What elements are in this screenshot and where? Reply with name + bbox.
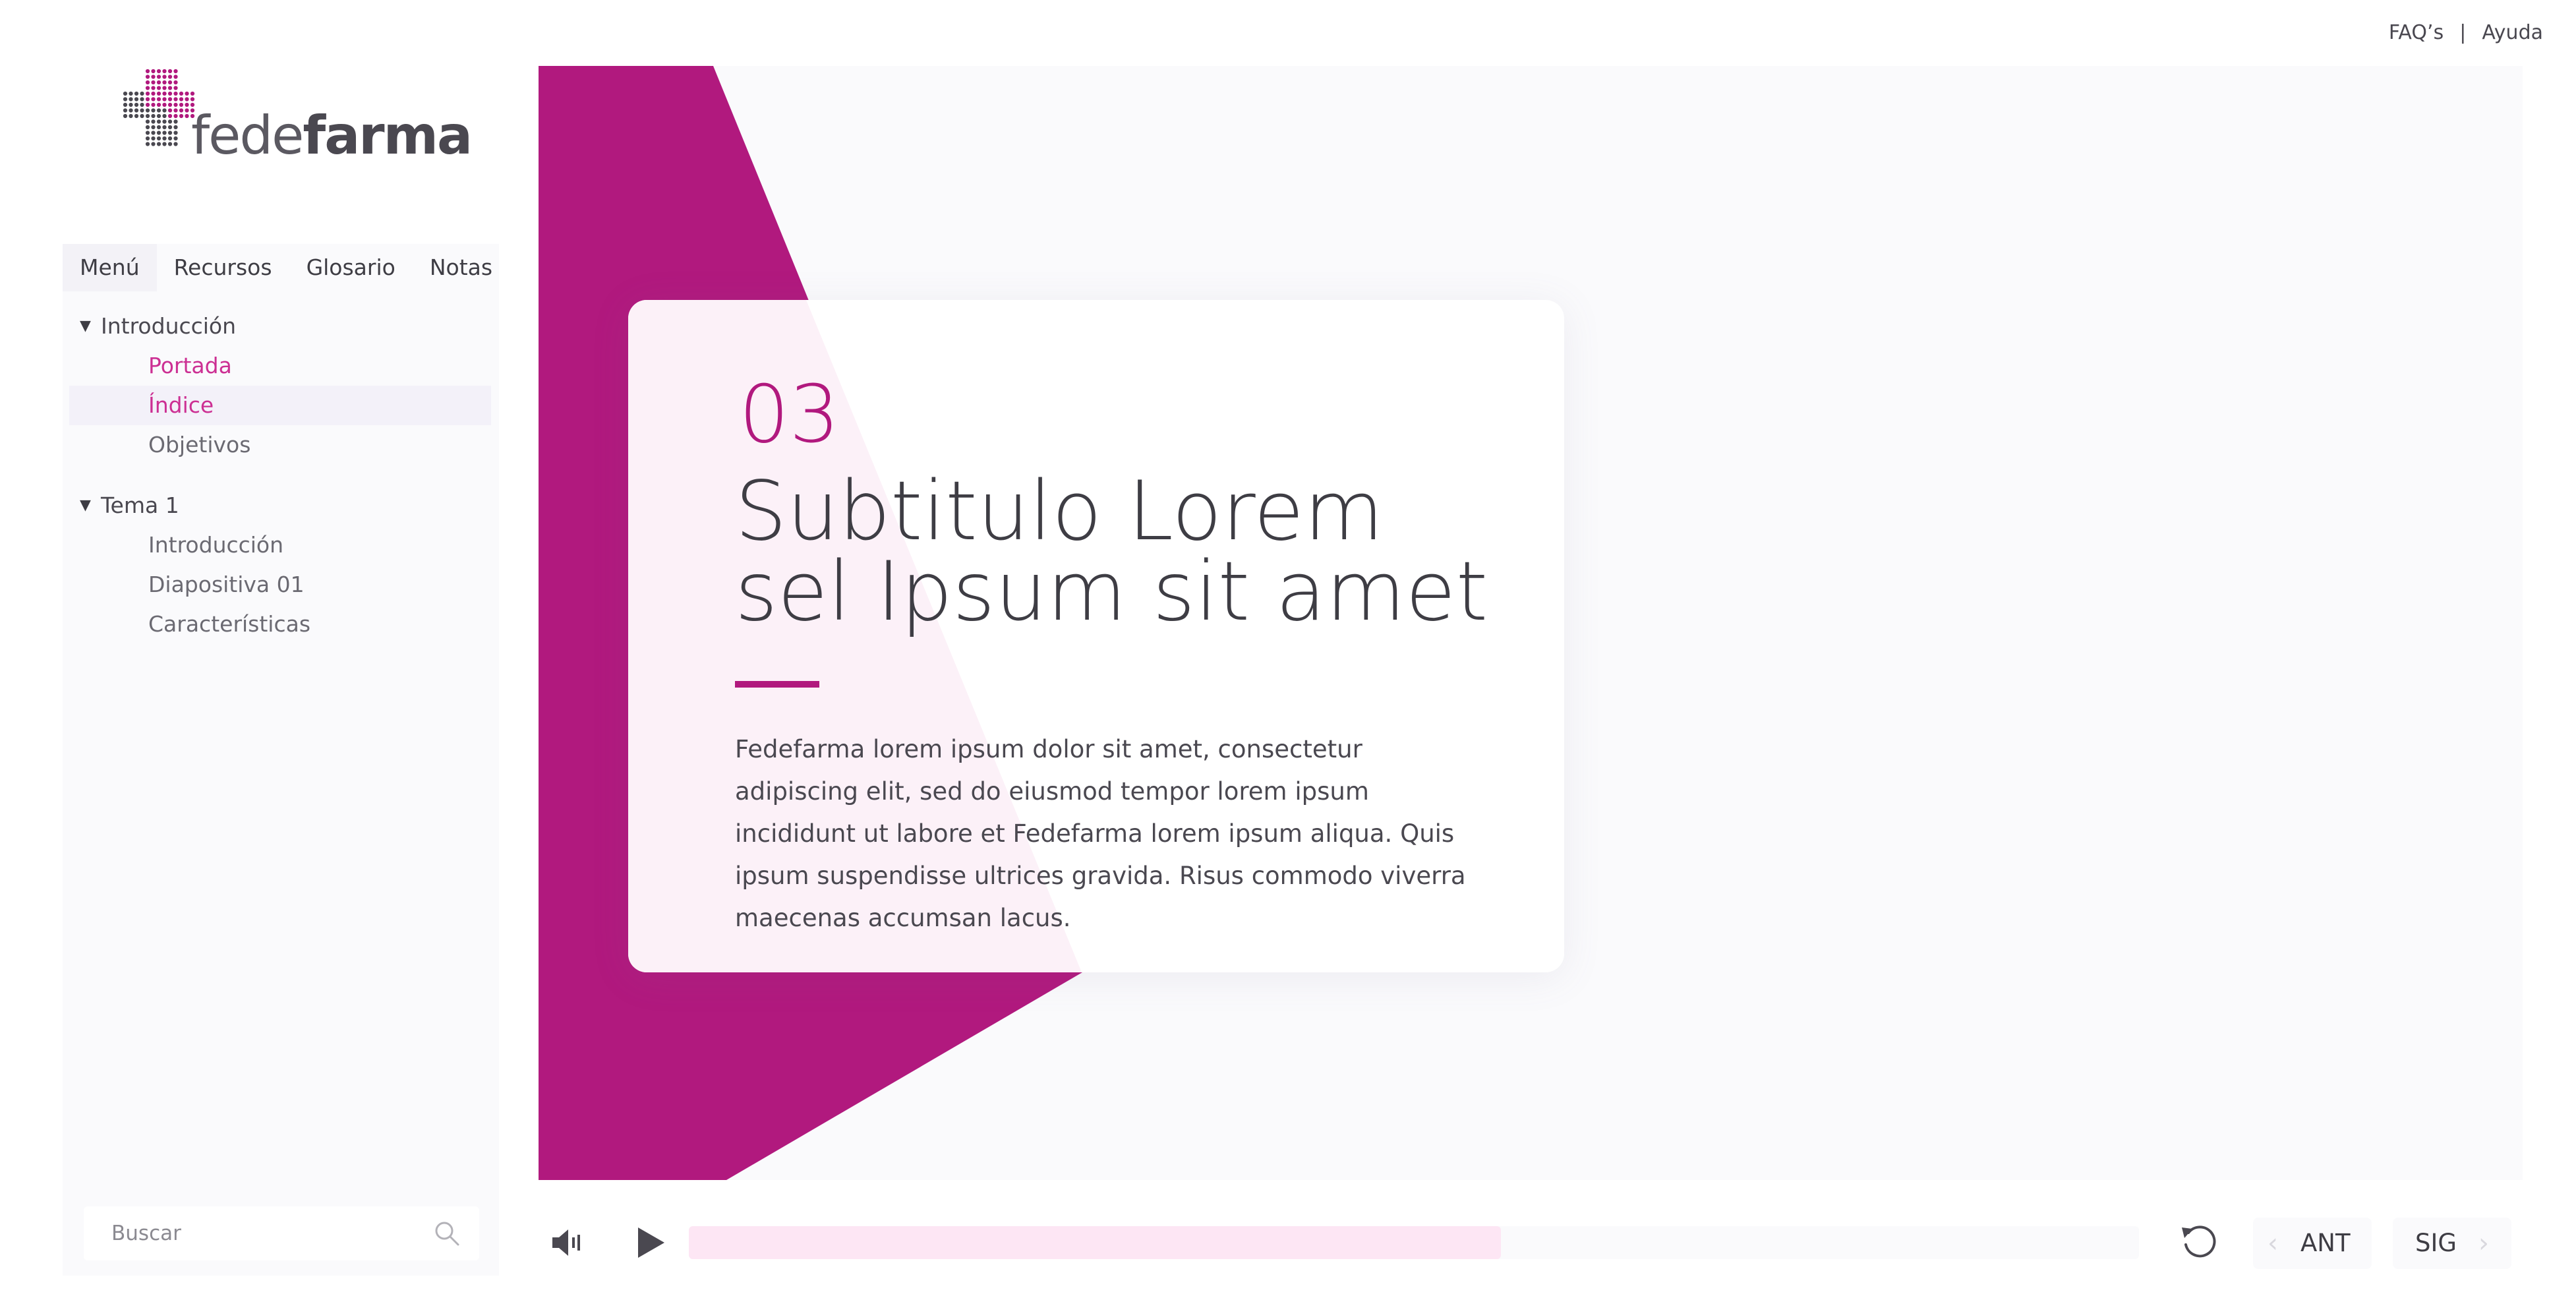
search-icon[interactable] (433, 1220, 461, 1247)
menu-group-label: Introducción (101, 313, 237, 339)
top-links: FAQ’s | Ayuda (2389, 21, 2543, 44)
expand-triangle-icon[interactable]: ▼ (80, 307, 91, 346)
menu-item[interactable]: Índice (69, 386, 491, 425)
prev-button[interactable]: ‹ ANT (2253, 1218, 2372, 1269)
chevron-right-icon: › (2478, 1228, 2489, 1258)
tab-1[interactable]: Recursos (157, 244, 289, 291)
logo-cross-icon (123, 69, 195, 146)
tab-0[interactable]: Menú (63, 244, 157, 291)
menu-item[interactable]: Características (69, 605, 491, 644)
prev-button-label: ANT (2300, 1229, 2351, 1257)
help-link[interactable]: Ayuda (2482, 21, 2543, 44)
search-input[interactable] (84, 1206, 426, 1260)
slide-title: Subtitulo Lorem sel Ipsum sit amet (735, 464, 1488, 639)
volume-icon[interactable] (547, 1223, 587, 1262)
tab-2[interactable]: Glosario (289, 244, 413, 291)
title-underline (735, 681, 819, 688)
progress-bar-fill (689, 1226, 1501, 1259)
search-box (84, 1206, 479, 1260)
next-button[interactable]: SIG › (2393, 1218, 2511, 1269)
expand-triangle-icon[interactable]: ▼ (80, 486, 91, 525)
sidebar-tabs: Menú Recursos Glosario Notas (63, 244, 510, 291)
play-icon[interactable] (628, 1221, 671, 1264)
menu-item[interactable]: Introducción (69, 525, 491, 565)
sidebar-menu: ▼ Introducción Portada Índice Objetivos ▼ Tema… (69, 307, 491, 644)
reload-icon[interactable] (2177, 1220, 2221, 1264)
progress-bar[interactable] (689, 1226, 2139, 1259)
slide-card: 03 Subtitulo Lorem sel Ipsum sit amet Fe… (628, 300, 1564, 972)
slide-number: 03 (739, 369, 840, 461)
fedefarma-logo: fedefarma (120, 66, 473, 165)
menu-group[interactable]: ▼ Introducción (69, 307, 491, 346)
chevron-left-icon: ‹ (2268, 1228, 2278, 1258)
faq-link[interactable]: FAQ’s (2389, 21, 2444, 44)
next-button-label: SIG (2415, 1229, 2457, 1257)
menu-group-gap (69, 465, 491, 486)
menu-group-label: Tema 1 (101, 492, 179, 518)
menu-group[interactable]: ▼ Tema 1 (69, 486, 491, 525)
tab-3[interactable]: Notas (413, 244, 510, 291)
menu-item[interactable]: Diapositiva 01 (69, 565, 491, 605)
slide-body-text: Fedefarma lorem ipsum dolor sit amet, co… (735, 735, 1466, 932)
menu-item[interactable]: Objetivos (69, 425, 491, 465)
logo-wordmark: fedefarma (191, 105, 473, 166)
top-links-separator: | (2459, 21, 2467, 44)
menu-item[interactable]: Portada (69, 346, 491, 386)
